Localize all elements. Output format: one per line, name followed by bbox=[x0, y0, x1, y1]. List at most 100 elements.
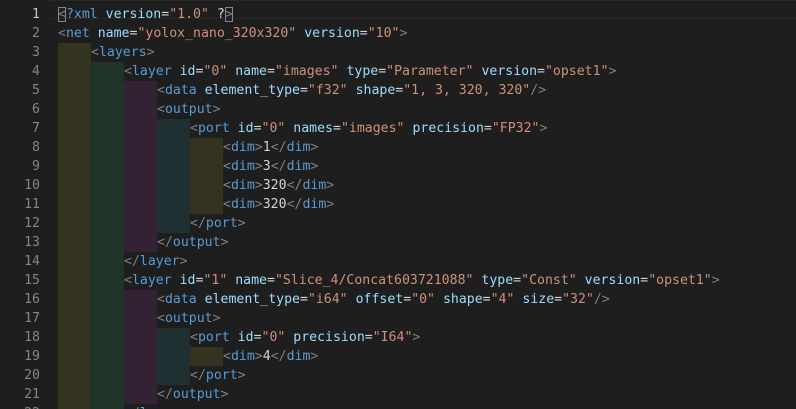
indent-guide bbox=[91, 138, 124, 157]
indent-guide bbox=[124, 233, 157, 252]
code-line[interactable]: <?xml version="1.0" ?> bbox=[58, 5, 233, 24]
code-token: < bbox=[223, 140, 231, 155]
code-line[interactable]: <layers> bbox=[91, 43, 155, 62]
code-line[interactable]: <dim>320</dim> bbox=[223, 176, 334, 195]
code-token: </ bbox=[270, 140, 287, 155]
code-token: = bbox=[161, 7, 170, 22]
code-token: "Parameter" bbox=[386, 64, 474, 79]
code-token: = bbox=[378, 64, 387, 79]
indent-guide bbox=[58, 81, 91, 100]
code-line[interactable]: </port> bbox=[190, 214, 246, 233]
code-token: "i64" bbox=[307, 292, 348, 307]
indent-guide bbox=[124, 309, 157, 328]
code-token: = bbox=[364, 330, 373, 345]
code-line[interactable]: <layer id="1" name="Slice_4/Concat603721… bbox=[124, 271, 720, 290]
code-token: layers bbox=[98, 45, 147, 60]
indent-guide bbox=[58, 252, 91, 271]
code-line[interactable]: <output> bbox=[157, 309, 221, 328]
code-line[interactable]: <data element_type="i64" offset="0" shap… bbox=[157, 290, 610, 309]
code-line[interactable]: <layer id="0" name="images" type="Parame… bbox=[124, 62, 616, 81]
code-line[interactable]: <port id="0" precision="I64"> bbox=[190, 328, 420, 347]
code-line[interactable]: <output> bbox=[157, 100, 221, 119]
code-token: dim bbox=[230, 197, 255, 212]
code-token: layer bbox=[131, 64, 172, 79]
code-line[interactable]: </output> bbox=[157, 385, 228, 404]
indent-guide bbox=[157, 347, 190, 366]
code-token: </ bbox=[190, 368, 206, 383]
code-token: version bbox=[105, 7, 162, 22]
code-token: 320 bbox=[262, 197, 287, 212]
code-line[interactable]: <dim>4</dim> bbox=[223, 347, 318, 366]
code-line[interactable]: <dim>1</dim> bbox=[223, 138, 318, 157]
line-number: 9 bbox=[32, 159, 40, 174]
code-token: </ bbox=[286, 197, 303, 212]
indent-guide bbox=[190, 347, 223, 366]
code-line[interactable]: <port id="0" names="images" precision="F… bbox=[190, 119, 547, 138]
indent-guide bbox=[91, 309, 124, 328]
code-line[interactable]: <dim>3</dim> bbox=[223, 157, 318, 176]
code-token: name bbox=[97, 26, 130, 41]
code-token: = bbox=[359, 26, 368, 41]
code-token: = bbox=[267, 273, 275, 288]
code-line[interactable]: </l bbox=[124, 404, 148, 409]
code-token: = bbox=[513, 273, 522, 288]
code-line[interactable]: </output> bbox=[157, 233, 228, 252]
code-token: "Slice_4/Concat603721088" bbox=[274, 273, 474, 288]
indent-guide bbox=[58, 138, 91, 157]
indent-guide bbox=[157, 214, 190, 233]
code-token: > bbox=[146, 45, 155, 60]
code-line[interactable]: <net name="yolox_nano_320x320" version="… bbox=[58, 24, 407, 43]
code-token: = bbox=[267, 64, 275, 79]
code-token: element_type bbox=[204, 292, 300, 307]
code-line[interactable]: </layer> bbox=[124, 252, 188, 271]
line-number: 17 bbox=[24, 311, 40, 326]
code-token: </ bbox=[124, 254, 140, 269]
code-line[interactable]: </port> bbox=[190, 366, 246, 385]
code-token: </ bbox=[157, 235, 173, 250]
code-token: dim bbox=[230, 140, 255, 155]
indent-guide bbox=[124, 100, 157, 119]
line-number: 20 bbox=[24, 368, 40, 383]
code-editor[interactable]: 12345678910111213141516171819202122 <?xm… bbox=[0, 0, 796, 409]
code-token: layer bbox=[139, 254, 180, 269]
code-token: </ bbox=[270, 349, 287, 364]
code-token: dim bbox=[286, 140, 311, 155]
line-number: 14 bbox=[24, 254, 40, 269]
code-token: > bbox=[711, 273, 720, 288]
line-number: 10 bbox=[24, 178, 40, 193]
code-token: shape bbox=[442, 292, 483, 307]
code-token: 3 bbox=[262, 159, 271, 174]
code-token: offset bbox=[355, 292, 404, 307]
code-token: < bbox=[157, 83, 165, 98]
code-token: name bbox=[235, 64, 267, 79]
indent-guide bbox=[157, 138, 190, 157]
code-token: </ bbox=[270, 159, 287, 174]
code-token: version bbox=[481, 64, 538, 79]
indent-guide bbox=[157, 119, 190, 138]
code-line[interactable]: <dim>320</dim> bbox=[223, 195, 334, 214]
code-token: ?xml bbox=[65, 7, 98, 22]
code-area[interactable]: <?xml version="1.0" ?> <net name="yolox_n… bbox=[58, 0, 796, 409]
indent-guide bbox=[58, 176, 91, 195]
code-token: = bbox=[537, 64, 545, 79]
code-token: 4 bbox=[262, 349, 271, 364]
code-token: dim bbox=[230, 178, 255, 193]
code-token: > bbox=[254, 178, 263, 193]
indent-guide bbox=[58, 366, 91, 385]
code-token: dim bbox=[302, 178, 327, 193]
code-token: > bbox=[224, 7, 233, 22]
line-number-gutter[interactable]: 12345678910111213141516171819202122 bbox=[0, 0, 50, 409]
code-token: port bbox=[205, 216, 238, 231]
code-line[interactable]: <data element_type="f32" shape="1, 3, 32… bbox=[157, 81, 546, 100]
line-number: 6 bbox=[32, 102, 40, 117]
indent-guide bbox=[124, 157, 157, 176]
code-token: > bbox=[310, 140, 319, 155]
code-token: "images" bbox=[340, 121, 405, 136]
indent-guide bbox=[91, 366, 124, 385]
